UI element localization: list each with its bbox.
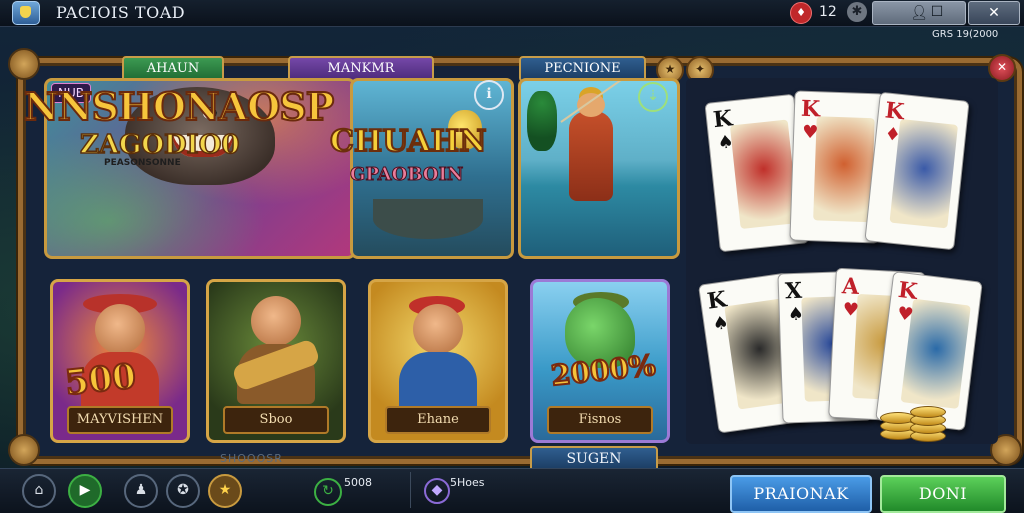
notification-count: 12 (819, 4, 837, 20)
card-suit-icon: ♥ (801, 121, 819, 144)
card-rank: K (883, 97, 906, 126)
boat-artwork (373, 199, 483, 239)
kid-body-artwork (399, 352, 477, 412)
game-tile-4[interactable]: 2000% Fisnos (530, 279, 670, 443)
card-suit-icon: ♠ (787, 303, 805, 326)
refresh-icon[interactable]: ↻ (314, 478, 342, 506)
game-2-label: Sboo (223, 406, 329, 434)
ball-icon[interactable]: ✪ (166, 474, 200, 508)
star-icon[interactable]: ★ (208, 474, 242, 508)
featured-subtitle: ZAGODIO0 (79, 129, 240, 161)
status-left: 5008 (344, 476, 372, 489)
card-suit-icon: ♠ (716, 131, 735, 154)
musician-artwork (251, 296, 301, 346)
top-card-3[interactable]: K ♦ (864, 91, 970, 251)
card-rank: K (705, 286, 729, 315)
gold-coins-icon (880, 398, 950, 444)
card-rank: A (841, 273, 860, 300)
card-rank: K (711, 105, 734, 134)
close-button[interactable]: ✕ (968, 1, 1020, 25)
maximize-button[interactable]: ☐ (910, 1, 964, 23)
notification-icon[interactable]: ♦ (790, 2, 812, 24)
game-tile-3[interactable]: Ehane (368, 279, 508, 443)
play-icon[interactable]: ▶ (68, 474, 102, 508)
card-suit-icon: ♠ (711, 312, 731, 336)
bottom-divider (410, 472, 411, 508)
fisherman-artwork (569, 93, 613, 201)
character-artwork (95, 304, 145, 354)
app-title: PACIOIS TOAD (56, 3, 186, 22)
close-icon: ✕ (988, 5, 1000, 21)
home-icon[interactable]: ⌂ (22, 474, 56, 508)
featured-title: NNSHONAOSP (23, 83, 335, 130)
middle-tile-title: CHUAHN (329, 123, 488, 160)
game-1-label: MAYVISHEN (67, 406, 173, 434)
game-3-label: Ehane (385, 406, 491, 434)
version-label: GRS 19(2000 (932, 29, 999, 40)
card-suit-icon: ♥ (842, 299, 860, 321)
frame-ornament-icon (8, 434, 40, 466)
game-1-amount: 500 (62, 355, 139, 404)
palm-tree-artwork (527, 91, 557, 151)
gem-icon[interactable]: ◆ (424, 478, 450, 504)
card-rank: X (784, 277, 803, 305)
info-icon[interactable]: ℹ (474, 80, 504, 110)
user-icon[interactable]: ♟ (124, 474, 158, 508)
download-icon[interactable]: ⇣ (638, 82, 668, 112)
maximize-icon: ☐ (930, 4, 944, 20)
kid-artwork (413, 304, 463, 354)
game-4-label: Fisnos (547, 406, 653, 434)
card-artwork (813, 116, 875, 223)
card-rank: K (800, 95, 821, 123)
game-tile-1[interactable]: 500 MAYVISHEN (50, 279, 190, 443)
faded-caption: SHOOOSR (220, 452, 283, 465)
settings-icon[interactable]: ✱ (847, 2, 867, 22)
done-button[interactable]: DONI (880, 475, 1006, 513)
card-suit-icon: ♥ (896, 302, 915, 326)
card-rank: K (896, 276, 919, 306)
featured-caption: PEASONSONNE (104, 158, 181, 168)
status-right: 5Hoes (450, 476, 485, 489)
game-4-amount: 2000% (549, 348, 658, 394)
middle-tile-subtitle: GPAOBOIN (349, 164, 464, 186)
primary-action-button[interactable]: PRAIONAK (730, 475, 872, 513)
app-logo-icon (12, 1, 40, 25)
frame-ornament-icon (8, 48, 40, 80)
game-tile-2[interactable]: Sboo (206, 279, 346, 443)
card-suit-icon: ♦ (883, 123, 902, 147)
card-artwork (729, 119, 799, 230)
